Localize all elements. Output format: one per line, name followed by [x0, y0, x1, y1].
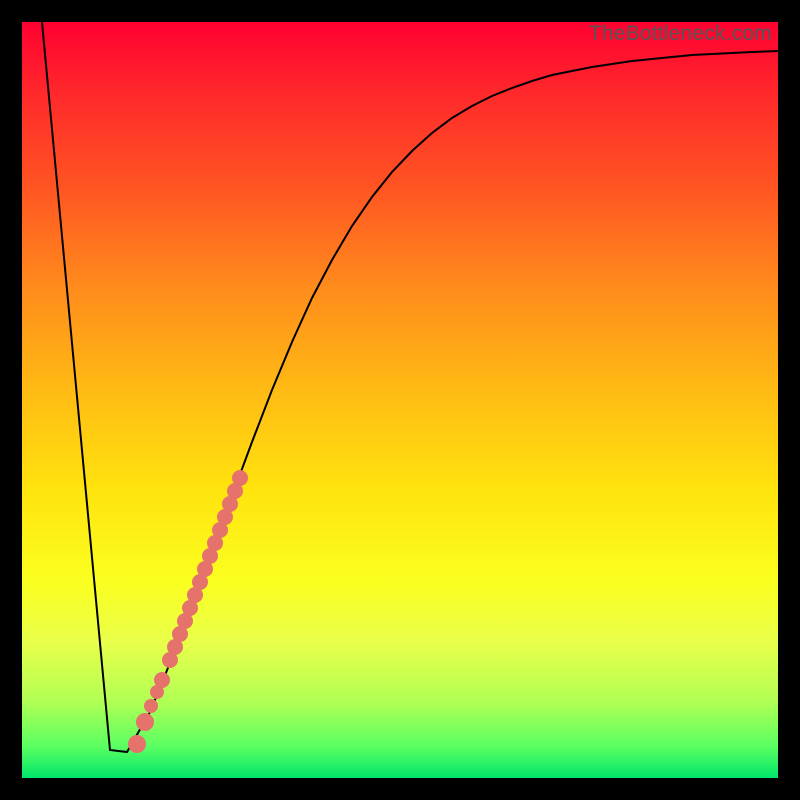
chart-svg [22, 22, 778, 778]
marker-dot [154, 672, 170, 688]
bottleneck-curve [42, 22, 778, 752]
marker-dot [128, 735, 146, 753]
marker-dot [232, 470, 248, 486]
marker-dot [144, 699, 158, 713]
chart-plot-area: TheBottleneck.com [22, 22, 778, 778]
highlighted-markers [128, 470, 248, 753]
chart-frame: TheBottleneck.com [0, 0, 800, 800]
marker-dot [136, 713, 154, 731]
